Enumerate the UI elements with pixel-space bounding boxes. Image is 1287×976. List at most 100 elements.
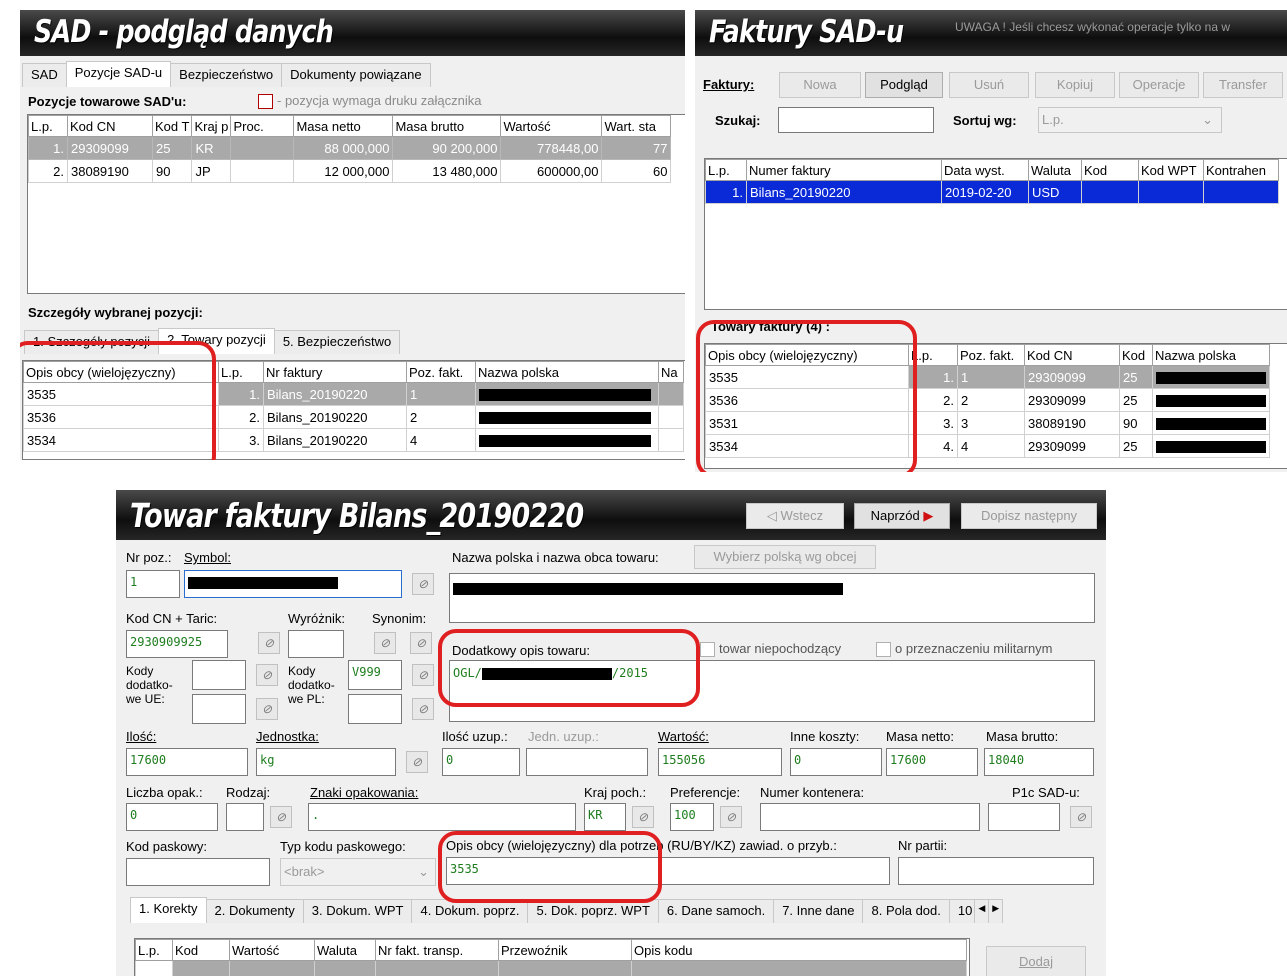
table-row[interactable]: 3534 3. Bilans_20190220 4 [23,428,684,452]
tab-dokum-wpt[interactable]: 3. Dokum. WPT [302,899,413,923]
table-row[interactable]: 3531 3. 3 38089190 90 [705,411,1270,435]
tab-dokumenty-powiazane[interactable]: Dokumenty powiązane [281,63,431,87]
tab-scroll-left-icon[interactable]: ◀ [974,899,990,923]
col-lp[interactable]: L.p. [218,361,264,383]
col-opis-kodu[interactable]: Opis kodu [631,939,967,961]
col-lp[interactable]: L.p. [28,115,68,137]
col-kod-wpt[interactable]: Kod WPT [1138,159,1204,181]
tab-dok-poprz-wpt[interactable]: 5. Dok. poprz. WPT [527,899,659,923]
col-wart-sta[interactable]: Wart. sta [601,115,672,137]
col-nr-faktury[interactable]: Nr faktury [263,361,407,383]
col-kontrahent[interactable]: Kontrahen [1203,159,1279,181]
opis-obcy-field[interactable]: 3535 [446,857,890,885]
liczba-opak-field[interactable]: 0 [126,803,218,831]
table-row[interactable]: 3534 4. 4 29309099 25 [705,434,1270,458]
table-row[interactable]: 3536 2. Bilans_20190220 2 [23,405,684,429]
col-lp[interactable]: L.p. [705,159,747,181]
col-nazwa-polska[interactable]: Nazwa polska [1152,344,1270,366]
lookup-icon[interactable]: ⊘ [1070,806,1092,828]
lookup-icon[interactable]: ⊘ [256,698,278,720]
col-przewoznik[interactable]: Przewoźnik [498,939,632,961]
kod-cn-field[interactable]: 2930909925 [126,630,228,658]
p1c-field[interactable] [988,803,1060,831]
tab-pola-dod[interactable]: 8. Pola dod. [862,899,950,923]
col-kod[interactable]: Kod [172,939,230,961]
table-row[interactable]: 1. 29309099 25 KR 88 000,000 90 200,000 … [28,136,672,160]
tab-inne-dane[interactable]: 7. Inne dane [773,899,864,923]
col-nazwa-polska[interactable]: Nazwa polska [475,361,659,383]
lookup-icon[interactable]: ⊘ [632,806,654,828]
pref-field[interactable]: 100 [670,803,714,831]
korekty-grid[interactable]: L.p. Kod Wartość Waluta Nr fakt. transp.… [134,938,970,976]
tab-scroll-right-icon[interactable]: ▶ [988,899,1004,923]
codes-ue-field-2[interactable] [192,694,246,724]
jedn-uzup-field[interactable] [526,748,648,776]
table-row[interactable]: 3536 2. 2 29309099 25 [705,388,1270,412]
col-na[interactable]: Na [658,361,684,383]
symbol-field[interactable] [184,570,402,598]
table-row[interactable] [135,960,967,976]
tab-bezpieczenstwo-2[interactable]: 5. Bezpieczeństwo [273,330,401,354]
lookup-icon[interactable]: ⊘ [720,806,742,828]
typ-kodu-select[interactable]: <brak> ⌄ [280,858,436,886]
col-masa-netto[interactable]: Masa netto [293,115,394,137]
inne-koszty-field[interactable]: 0 [790,748,882,776]
positions-grid[interactable]: L.p. Kod CN Kod T Kraj p Proc. Masa nett… [27,114,685,294]
operations-button[interactable]: Operacje [1119,72,1199,98]
col-lp[interactable]: L.p. [908,344,958,366]
kod-paskowy-field[interactable] [126,858,270,886]
lookup-icon[interactable]: ⊘ [406,751,428,773]
search-input[interactable] [778,107,934,133]
col-opis-obcy[interactable]: Opis obcy (wielojęzyczny) [23,361,219,383]
znaki-field[interactable]: . [308,803,576,831]
ilosc-field[interactable]: 17600 [126,748,248,776]
masa-netto-field[interactable]: 17600 [886,748,978,776]
back-button[interactable]: ◁ Wstecz [746,503,844,529]
tab-sad[interactable]: SAD [22,63,67,87]
new-button[interactable]: Nowa [779,72,861,98]
codes-ue-field-1[interactable] [192,660,246,690]
nr-poz-field[interactable]: 1 [126,570,180,598]
table-row[interactable]: 1. Bilans_20190220 2019-02-20 USD [705,180,1279,204]
nr-partii-field[interactable] [898,857,1094,885]
tab-dokum-poprz[interactable]: 4. Dokum. poprz. [411,899,529,923]
wyroznik-field[interactable] [288,630,344,658]
col-poz-fakt[interactable]: Poz. fakt. [406,361,476,383]
transfer-button[interactable]: Transfer [1203,72,1283,98]
tab-dane-samoch[interactable]: 6. Dane samoch. [657,899,775,923]
lookup-icon[interactable]: ⊘ [412,573,434,595]
lookup-icon[interactable]: ⊘ [256,664,278,686]
name-field[interactable] [449,573,1095,623]
detail-grid[interactable]: Opis obcy (wielojęzyczny) L.p. Nr faktur… [22,360,685,460]
tab-korekty[interactable]: 1. Korekty [130,897,207,923]
lookup-icon[interactable]: ⊘ [258,632,280,654]
extra-desc-field[interactable]: OGL/ /2015 [449,660,1095,722]
codes-pl-field-2[interactable] [348,694,402,724]
col-opis-obcy[interactable]: Opis obcy (wielojęzyczny) [705,344,909,366]
invoices-grid[interactable]: L.p. Numer faktury Data wyst. Waluta Kod… [704,158,1287,310]
col-kod-t[interactable]: Kod T [151,115,193,137]
table-row[interactable]: 3535 1. 1 29309099 25 [705,365,1270,389]
col-kod-cn[interactable]: Kod CN [1024,344,1120,366]
append-button[interactable]: Dopisz następny [961,503,1097,529]
ilosc-uzup-field[interactable]: 0 [442,748,520,776]
tab-bezpieczenstwo[interactable]: Bezpieczeństwo [170,63,283,87]
tab-10[interactable]: 10 [948,899,976,923]
col-waluta[interactable]: Waluta [1028,159,1082,181]
masa-brutto-field[interactable]: 18040 [984,748,1094,776]
jednostka-field[interactable]: kg [256,748,396,776]
lookup-icon[interactable]: ⊘ [410,632,432,654]
delete-button[interactable]: Usuń [949,72,1029,98]
tab-dokumenty[interactable]: 2. Dokumenty [205,899,304,923]
col-kod-cn[interactable]: Kod CN [67,115,153,137]
col-poz-fakt[interactable]: Poz. fakt. [957,344,1025,366]
table-row[interactable]: 2. 38089190 90 JP 12 000,000 13 480,000 … [28,159,672,183]
col-lp[interactable]: L.p. [135,939,173,961]
tab-towary-pozycji[interactable]: 2. Towary pozycji [158,328,275,354]
wartosc-field[interactable]: 155056 [658,748,782,776]
tab-szczegoly[interactable]: 1. Szczegóły pozycji [24,330,160,354]
codes-pl-field-1[interactable]: V999 [348,660,402,690]
copy-button[interactable]: Kopiuj [1035,72,1115,98]
lookup-icon[interactable]: ⊘ [270,806,292,828]
col-kraj[interactable]: Kraj p [191,115,232,137]
